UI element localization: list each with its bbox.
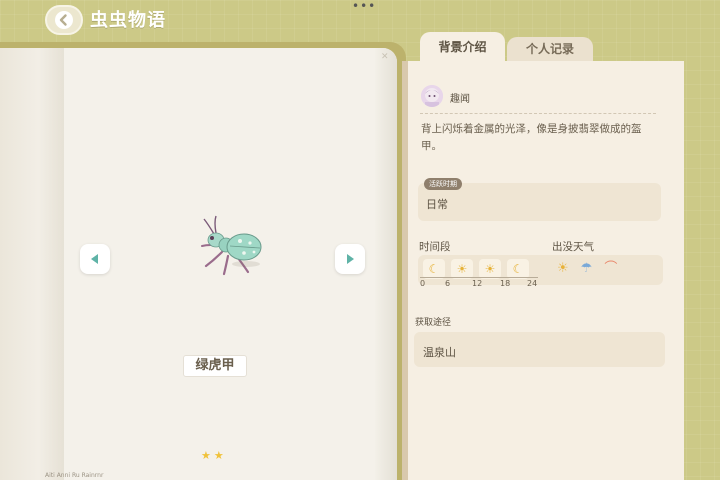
page-corner-icon: ✕ xyxy=(381,52,389,62)
arrow-left-icon xyxy=(91,254,98,264)
sun-icon: ☀ xyxy=(557,261,569,276)
avatar xyxy=(421,85,443,107)
tick-label: 24 xyxy=(527,279,538,288)
insect-name-label: 绿虎甲 xyxy=(183,355,247,377)
source-label: 获取途径 xyxy=(415,318,452,328)
page-fold-left xyxy=(0,48,64,480)
prev-insect-button[interactable] xyxy=(80,244,110,274)
arrow-right-icon xyxy=(347,254,354,264)
chevron-left-icon xyxy=(55,11,73,29)
time-ticks: 0 6 12 18 24 xyxy=(420,279,540,291)
weather-icons: ☀ ☂ ⌒ xyxy=(557,261,617,277)
divider xyxy=(420,113,656,114)
active-period-value: 日常 xyxy=(426,198,448,211)
page-title: 虫虫物语 xyxy=(90,10,166,31)
tab-personal-record[interactable]: 个人记录 xyxy=(507,37,593,64)
moon-icon: ☾ xyxy=(423,259,445,279)
rain-cloud-icon: ☂ xyxy=(580,261,593,276)
rarity-stars: ★ ★ xyxy=(201,450,224,462)
trivia-description: 背上闪烁着金属的光泽，像是身披翡翠做成的盔甲。 xyxy=(421,123,642,152)
tick-label: 6 xyxy=(445,279,451,288)
tick-label: 18 xyxy=(500,279,511,288)
star-icon: ★ xyxy=(201,449,211,462)
character-avatar-icon xyxy=(421,85,443,107)
time-period-label: 时间段 xyxy=(419,241,451,253)
rainbow-icon: ⌒ xyxy=(604,261,618,276)
back-button[interactable] xyxy=(45,5,83,35)
trivia-label: 趣闻 xyxy=(450,94,470,105)
tab-background-intro[interactable]: 背景介绍 xyxy=(420,32,505,64)
time-slots: ☾ ☀ ☀ ☾ xyxy=(423,259,529,279)
ellipsis-icon[interactable]: ••• xyxy=(352,0,375,12)
insect-illustration xyxy=(201,215,262,276)
weather-label: 出没天气 xyxy=(552,241,594,253)
footer-note: Aiti Anni Ru Rainrnr xyxy=(45,472,104,479)
next-insect-button[interactable] xyxy=(335,244,365,274)
sun-icon: ☀ xyxy=(479,259,501,279)
moon-icon: ☾ xyxy=(507,259,529,279)
source-value: 温泉山 xyxy=(423,346,456,359)
tick-label: 12 xyxy=(472,279,483,288)
active-period-badge: 活跃时期 xyxy=(424,178,462,190)
tick-label: 0 xyxy=(420,279,426,288)
page-fold-right xyxy=(375,48,397,480)
sun-rising-icon: ☀ xyxy=(451,259,473,279)
star-icon: ★ xyxy=(213,449,224,462)
time-axis xyxy=(420,277,538,278)
